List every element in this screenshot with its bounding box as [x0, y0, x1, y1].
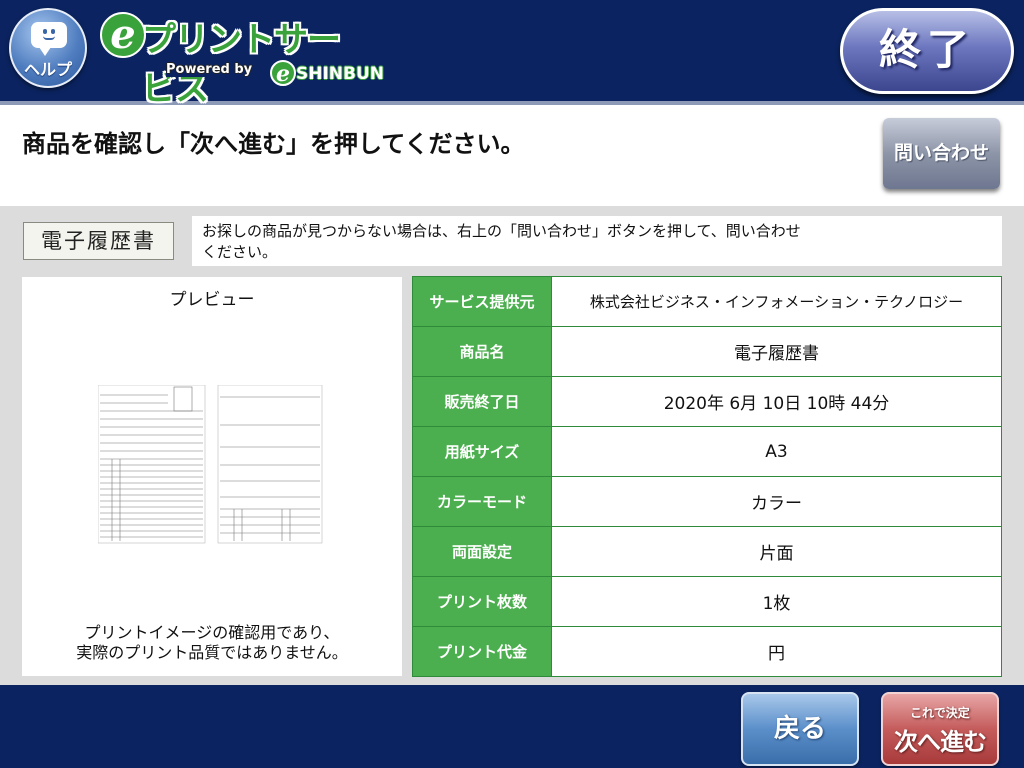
row-label-print-price: プリント代金 [412, 626, 552, 677]
logo-title: プリントサービス [142, 20, 341, 109]
preview-page-right [217, 385, 323, 544]
next-button[interactable]: これで決定 次へ進む [881, 692, 999, 766]
table-row: 用紙サイズ A3 [412, 426, 1002, 477]
row-value-print-price: 円 [551, 626, 1002, 677]
row-value-sale-end: 2020年 6月 10日 10時 44分 [551, 376, 1002, 427]
logo-e-small-mark: e [270, 60, 296, 86]
row-value-provider: 株式会社ビジネス・インフォメーション・テクノロジー [551, 276, 1002, 327]
row-label-sale-end: 販売終了日 [412, 376, 552, 427]
row-label-product-name: 商品名 [412, 326, 552, 377]
next-button-sublabel: これで決定 [910, 706, 970, 720]
row-value-print-count: 1枚 [551, 576, 1002, 627]
preview-note-line-2: 実際のプリント品質ではありません。 [76, 643, 348, 662]
row-value-paper-size: A3 [551, 426, 1002, 477]
product-name-tag: 電子履歴書 [23, 222, 174, 260]
footer-bar [0, 685, 1024, 768]
table-row: プリント代金 円 [412, 626, 1002, 677]
table-row: 販売終了日 2020年 6月 10日 10時 44分 [412, 376, 1002, 427]
notice-box: お探しの商品が見つからない場合は、右上の「問い合わせ」ボタンを押して、問い合わせ… [192, 216, 1002, 266]
preview-title: プレビュー [169, 290, 255, 310]
row-label-provider: サービス提供元 [412, 276, 552, 327]
inquiry-button[interactable]: 問い合わせ [883, 118, 1000, 189]
instruction-text: 商品を確認し「次へ進む」を押してください。 [22, 130, 525, 158]
row-label-duplex: 両面設定 [412, 526, 552, 577]
notice-line-2: ください。 [202, 243, 278, 261]
row-label-paper-size: 用紙サイズ [412, 426, 552, 477]
help-button-label: ヘルプ [23, 60, 72, 79]
row-label-color-mode: カラーモード [412, 476, 552, 527]
table-row: 商品名 電子履歴書 [412, 326, 1002, 377]
row-value-product-name: 電子履歴書 [551, 326, 1002, 377]
notice-line-1: お探しの商品が見つからない場合は、右上の「問い合わせ」ボタンを押して、問い合わせ [202, 222, 801, 240]
table-row: カラーモード カラー [412, 476, 1002, 527]
preview-note: プリントイメージの確認用であり、 実際のプリント品質ではありません。 [22, 623, 402, 663]
help-chat-icon [31, 22, 67, 56]
logo-e-mark: e [100, 12, 146, 58]
help-button[interactable]: ヘルプ [9, 8, 87, 88]
row-label-print-count: プリント枚数 [412, 576, 552, 627]
preview-document-image [98, 385, 323, 544]
logo-powered-text: Powered by [166, 62, 253, 77]
end-button[interactable]: 終了 [840, 8, 1014, 94]
logo-shinbun-text: SHINBUN [296, 64, 385, 84]
table-row: プリント枚数 1枚 [412, 576, 1002, 627]
product-details-table: サービス提供元 株式会社ビジネス・インフォメーション・テクノロジー 商品名 電子… [412, 276, 1002, 677]
eprint-service-logo: e プリントサービス Powered by e SHINBUN [100, 8, 384, 109]
back-button[interactable]: 戻る [741, 692, 859, 766]
row-value-color-mode: カラー [551, 476, 1002, 527]
row-value-duplex: 片面 [551, 526, 1002, 577]
preview-page-left [98, 385, 206, 544]
table-row: サービス提供元 株式会社ビジネス・インフォメーション・テクノロジー [412, 276, 1002, 327]
next-button-label: 次へ進む [894, 728, 987, 756]
preview-panel: プレビュー プリントイメージの確認用であり、 実際のプリント品質ではありません。 [22, 277, 402, 676]
table-row: 両面設定 片面 [412, 526, 1002, 577]
preview-note-line-1: プリントイメージの確認用であり、 [84, 623, 340, 642]
